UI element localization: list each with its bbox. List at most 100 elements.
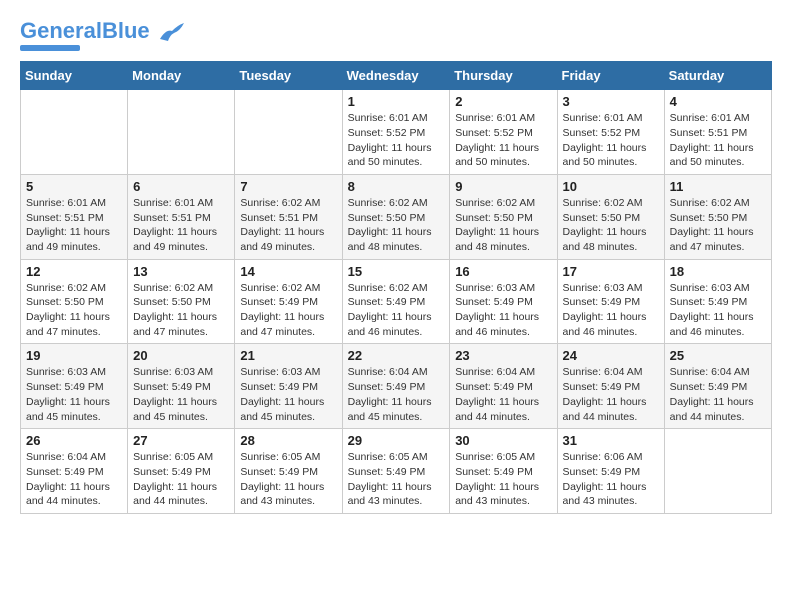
day-number: 19 <box>26 348 122 363</box>
calendar-cell: 14 Sunrise: 6:02 AM Sunset: 5:49 PM Dayli… <box>235 259 342 344</box>
day-number: 6 <box>133 179 229 194</box>
logo-general: General <box>20 18 102 43</box>
calendar-header-saturday: Saturday <box>664 62 771 90</box>
day-number: 16 <box>455 264 551 279</box>
logo: GeneralBlue <box>20 20 186 51</box>
calendar-week-2: 5Sunrise: 6:01 AM Sunset: 5:51 PM Daylig… <box>21 174 772 259</box>
day-info: Sunrise: 6:01 AM Sunset: 5:52 PM Dayligh… <box>348 111 445 170</box>
day-info: Sunrise: 6:03 AM Sunset: 5:49 PM Dayligh… <box>670 281 766 340</box>
calendar-cell <box>21 90 128 175</box>
day-info: Sunrise: 6:05 AM Sunset: 5:49 PM Dayligh… <box>455 450 551 509</box>
calendar-cell: 6 Sunrise: 6:01 AM Sunset: 5:51 PM Daylig… <box>128 174 235 259</box>
day-info: Sunrise: 6:02 AM Sunset: 5:50 PM Dayligh… <box>563 196 659 255</box>
calendar-cell: 18 Sunrise: 6:03 AM Sunset: 5:49 PM Dayli… <box>664 259 771 344</box>
day-info: Sunrise: 6:01 AM Sunset: 5:52 PM Dayligh… <box>563 111 659 170</box>
logo-blue: Blue <box>102 18 150 43</box>
calendar-cell: 23 Sunrise: 6:04 AM Sunset: 5:49 PM Dayli… <box>450 344 557 429</box>
calendar-cell: 3 Sunrise: 6:01 AM Sunset: 5:52 PM Daylig… <box>557 90 664 175</box>
day-info: Sunrise: 6:02 AM Sunset: 5:49 PM Dayligh… <box>240 281 336 340</box>
day-info: Sunrise: 6:02 AM Sunset: 5:50 PM Dayligh… <box>455 196 551 255</box>
calendar-cell: 12Sunrise: 6:02 AM Sunset: 5:50 PM Dayli… <box>21 259 128 344</box>
day-info: Sunrise: 6:04 AM Sunset: 5:49 PM Dayligh… <box>455 365 551 424</box>
calendar-header-monday: Monday <box>128 62 235 90</box>
day-info: Sunrise: 6:04 AM Sunset: 5:49 PM Dayligh… <box>563 365 659 424</box>
calendar-week-1: 1 Sunrise: 6:01 AM Sunset: 5:52 PM Daylig… <box>21 90 772 175</box>
calendar-week-5: 26 Sunrise: 6:04 AM Sunset: 5:49 PM Dayli… <box>21 429 772 514</box>
day-number: 23 <box>455 348 551 363</box>
logo-text: GeneralBlue <box>20 20 186 43</box>
day-info: Sunrise: 6:04 AM Sunset: 5:49 PM Dayligh… <box>26 450 122 509</box>
calendar-header-tuesday: Tuesday <box>235 62 342 90</box>
day-number: 25 <box>670 348 766 363</box>
day-info: Sunrise: 6:03 AM Sunset: 5:49 PM Dayligh… <box>563 281 659 340</box>
day-number: 7 <box>240 179 336 194</box>
day-number: 2 <box>455 94 551 109</box>
day-number: 20 <box>133 348 229 363</box>
calendar-cell: 26 Sunrise: 6:04 AM Sunset: 5:49 PM Dayli… <box>21 429 128 514</box>
day-info: Sunrise: 6:01 AM Sunset: 5:51 PM Dayligh… <box>133 196 229 255</box>
calendar-cell: 30 Sunrise: 6:05 AM Sunset: 5:49 PM Dayli… <box>450 429 557 514</box>
day-info: Sunrise: 6:03 AM Sunset: 5:49 PM Dayligh… <box>240 365 336 424</box>
calendar-header-thursday: Thursday <box>450 62 557 90</box>
calendar-cell: 5Sunrise: 6:01 AM Sunset: 5:51 PM Daylig… <box>21 174 128 259</box>
day-number: 26 <box>26 433 122 448</box>
calendar-cell: 31 Sunrise: 6:06 AM Sunset: 5:49 PM Dayli… <box>557 429 664 514</box>
day-info: Sunrise: 6:02 AM Sunset: 5:50 PM Dayligh… <box>26 281 122 340</box>
day-number: 17 <box>563 264 659 279</box>
day-info: Sunrise: 6:02 AM Sunset: 5:50 PM Dayligh… <box>348 196 445 255</box>
calendar-cell <box>664 429 771 514</box>
day-number: 24 <box>563 348 659 363</box>
calendar-cell: 19 Sunrise: 6:03 AM Sunset: 5:49 PM Dayli… <box>21 344 128 429</box>
calendar-cell: 28Sunrise: 6:05 AM Sunset: 5:49 PM Dayli… <box>235 429 342 514</box>
day-number: 29 <box>348 433 445 448</box>
day-info: Sunrise: 6:04 AM Sunset: 5:49 PM Dayligh… <box>670 365 766 424</box>
calendar-cell: 27 Sunrise: 6:05 AM Sunset: 5:49 PM Dayli… <box>128 429 235 514</box>
calendar-cell: 16 Sunrise: 6:03 AM Sunset: 5:49 PM Dayli… <box>450 259 557 344</box>
calendar-cell: 29 Sunrise: 6:05 AM Sunset: 5:49 PM Dayli… <box>342 429 450 514</box>
calendar-cell <box>235 90 342 175</box>
calendar-cell: 24 Sunrise: 6:04 AM Sunset: 5:49 PM Dayli… <box>557 344 664 429</box>
logo-bird-icon <box>158 21 186 43</box>
day-info: Sunrise: 6:03 AM Sunset: 5:49 PM Dayligh… <box>455 281 551 340</box>
calendar-week-3: 12Sunrise: 6:02 AM Sunset: 5:50 PM Dayli… <box>21 259 772 344</box>
day-info: Sunrise: 6:02 AM Sunset: 5:49 PM Dayligh… <box>348 281 445 340</box>
logo-underline <box>20 45 80 51</box>
day-number: 8 <box>348 179 445 194</box>
calendar-header-friday: Friday <box>557 62 664 90</box>
day-info: Sunrise: 6:01 AM Sunset: 5:52 PM Dayligh… <box>455 111 551 170</box>
day-info: Sunrise: 6:03 AM Sunset: 5:49 PM Dayligh… <box>26 365 122 424</box>
day-info: Sunrise: 6:05 AM Sunset: 5:49 PM Dayligh… <box>133 450 229 509</box>
day-number: 18 <box>670 264 766 279</box>
calendar-cell: 2 Sunrise: 6:01 AM Sunset: 5:52 PM Daylig… <box>450 90 557 175</box>
day-info: Sunrise: 6:05 AM Sunset: 5:49 PM Dayligh… <box>348 450 445 509</box>
calendar-cell: 8 Sunrise: 6:02 AM Sunset: 5:50 PM Daylig… <box>342 174 450 259</box>
calendar-cell: 21 Sunrise: 6:03 AM Sunset: 5:49 PM Dayli… <box>235 344 342 429</box>
calendar-cell: 13Sunrise: 6:02 AM Sunset: 5:50 PM Dayli… <box>128 259 235 344</box>
calendar-cell: 11Sunrise: 6:02 AM Sunset: 5:50 PM Dayli… <box>664 174 771 259</box>
calendar-cell: 20Sunrise: 6:03 AM Sunset: 5:49 PM Dayli… <box>128 344 235 429</box>
day-number: 27 <box>133 433 229 448</box>
day-info: Sunrise: 6:06 AM Sunset: 5:49 PM Dayligh… <box>563 450 659 509</box>
day-info: Sunrise: 6:05 AM Sunset: 5:49 PM Dayligh… <box>240 450 336 509</box>
day-number: 22 <box>348 348 445 363</box>
calendar-header-row: SundayMondayTuesdayWednesdayThursdayFrid… <box>21 62 772 90</box>
calendar-cell: 10Sunrise: 6:02 AM Sunset: 5:50 PM Dayli… <box>557 174 664 259</box>
day-number: 14 <box>240 264 336 279</box>
day-number: 31 <box>563 433 659 448</box>
day-number: 1 <box>348 94 445 109</box>
day-number: 9 <box>455 179 551 194</box>
calendar-cell: 4Sunrise: 6:01 AM Sunset: 5:51 PM Daylig… <box>664 90 771 175</box>
calendar-cell: 9 Sunrise: 6:02 AM Sunset: 5:50 PM Daylig… <box>450 174 557 259</box>
day-number: 30 <box>455 433 551 448</box>
calendar-cell <box>128 90 235 175</box>
day-number: 21 <box>240 348 336 363</box>
calendar-table: SundayMondayTuesdayWednesdayThursdayFrid… <box>20 61 772 514</box>
day-number: 15 <box>348 264 445 279</box>
page-header: GeneralBlue <box>20 20 772 51</box>
day-info: Sunrise: 6:02 AM Sunset: 5:51 PM Dayligh… <box>240 196 336 255</box>
calendar-cell: 15 Sunrise: 6:02 AM Sunset: 5:49 PM Dayli… <box>342 259 450 344</box>
calendar-cell: 1 Sunrise: 6:01 AM Sunset: 5:52 PM Daylig… <box>342 90 450 175</box>
day-number: 4 <box>670 94 766 109</box>
day-number: 3 <box>563 94 659 109</box>
calendar-week-4: 19 Sunrise: 6:03 AM Sunset: 5:49 PM Dayli… <box>21 344 772 429</box>
